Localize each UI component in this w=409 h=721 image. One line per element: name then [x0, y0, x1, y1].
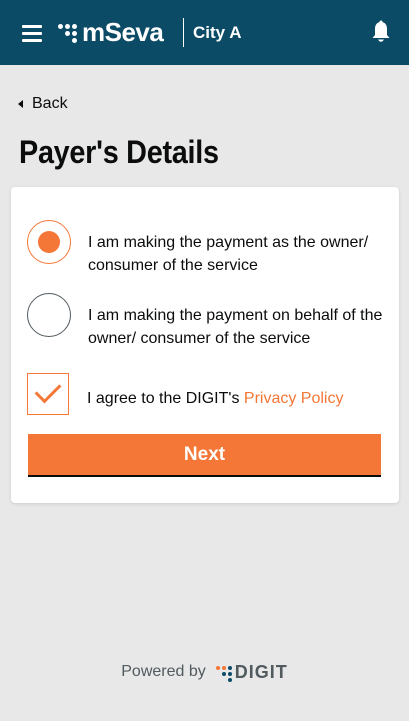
bell-icon[interactable] [370, 20, 392, 44]
privacy-policy-link[interactable]: Privacy Policy [244, 390, 344, 407]
radio-dot [38, 231, 60, 253]
back-label: Back [32, 95, 68, 112]
footer: Powered by DIGIT [0, 662, 409, 682]
agree-checkbox[interactable] [27, 373, 69, 415]
back-link[interactable]: Back [18, 95, 68, 113]
agree-text: I agree to the DIGIT's Privacy Policy [87, 389, 343, 409]
radio-label: I am making the payment on behalf of the… [88, 307, 383, 347]
caret-left-icon [18, 100, 23, 108]
checkmark-icon [34, 376, 62, 404]
mseva-logo-icon [58, 21, 80, 43]
radio-option-on-behalf[interactable]: I am making the payment on behalf of the… [27, 293, 388, 350]
radio-button-selected[interactable] [27, 220, 71, 264]
page-title: Payer's Details [19, 134, 219, 170]
digit-brand-text: DIGIT [234, 662, 288, 682]
digit-logo-icon [215, 664, 232, 682]
city-name: City A [193, 23, 242, 42]
payer-details-card: I am making the payment as the owner/ co… [11, 187, 399, 503]
agree-label: I agree to the DIGIT's [87, 390, 244, 407]
hamburger-icon[interactable] [22, 25, 42, 42]
mseva-logo: mSeva [58, 17, 164, 47]
logo-text: mSeva [82, 17, 164, 47]
top-bar: mSeva City A [0, 0, 409, 65]
digit-logo: DIGIT [215, 662, 288, 682]
privacy-agree-checkbox-row[interactable]: I agree to the DIGIT's Privacy Policy [27, 373, 343, 415]
radio-label: I am making the payment as the owner/ co… [88, 234, 369, 274]
logo-divider [183, 18, 184, 47]
radio-option-owner[interactable]: I am making the payment as the owner/ co… [27, 220, 388, 277]
next-button[interactable]: Next [28, 434, 381, 477]
powered-by-label: Powered by [121, 663, 206, 680]
radio-button[interactable] [27, 293, 71, 337]
